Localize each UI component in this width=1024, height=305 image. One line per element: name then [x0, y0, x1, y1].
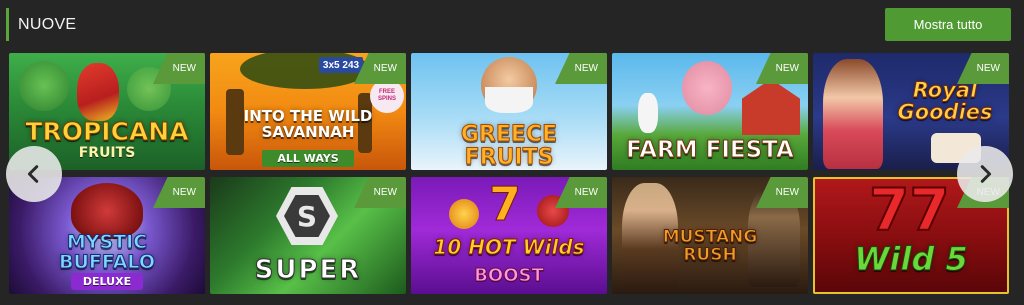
goose-illustration [638, 93, 658, 133]
section-header: NUOVE Mostra tutto [0, 0, 1024, 50]
game-tile-greece-fruits[interactable]: GREECE FRUITS NEW [411, 53, 607, 170]
game-subtitle: ALL WAYS [262, 150, 354, 167]
carousel-prev-button[interactable] [6, 146, 62, 202]
sevens-decoration: 77 [868, 177, 951, 244]
game-tile-super[interactable]: S SUPER NEW [210, 177, 406, 294]
game-title: 10 HOT Wilds [433, 235, 585, 259]
leaf-decoration [19, 61, 69, 111]
sevens-decoration: 7 [489, 177, 522, 231]
game-tile-10-hot-wilds-boost[interactable]: 7 10 HOT Wilds BOOST NEW [411, 177, 607, 294]
game-tile-mustang-rush[interactable]: MUSTANG RUSH NEW [612, 177, 808, 294]
game-tile-into-the-wild-savannah[interactable]: 3x5 243 FREE SPINS INTO THE WILD SAVANNA… [210, 53, 406, 170]
carousel-next-button[interactable] [957, 146, 1013, 202]
fruit-decoration [449, 199, 479, 229]
game-title: MYSTIC BUFFALO [59, 231, 156, 273]
game-subtitle: BOOST [474, 265, 545, 287]
show-all-button[interactable]: Mostra tutto [885, 8, 1011, 41]
parrot-illustration [77, 63, 119, 121]
section-title: NUOVE [18, 16, 77, 33]
game-title: Wild 5 [854, 240, 969, 278]
game-title: TROPICANA [25, 117, 189, 146]
beard-decoration [485, 87, 533, 113]
chevron-right-icon [980, 165, 992, 183]
princess-illustration [823, 59, 883, 169]
game-grid: TROPICANA FRUITS NEW 3x5 243 FREE SPINS … [9, 53, 1011, 295]
chevron-left-icon [27, 165, 39, 183]
game-title: GREECE FRUITS [460, 122, 558, 170]
free-spins-badge: FREE SPINS [370, 79, 404, 113]
ways-info-badge: 3x5 243 [319, 57, 363, 73]
game-subtitle: DELUXE [71, 273, 143, 290]
game-title: FARM FIESTA [626, 137, 795, 163]
game-title: MUSTANG RUSH [662, 227, 758, 265]
header-accent-bar [6, 8, 9, 41]
game-title: SUPER [254, 255, 362, 285]
pig-illustration [682, 61, 732, 115]
game-title: Royal Goodies [897, 78, 993, 125]
game-tile-farm-fiesta[interactable]: FARM FIESTA NEW [612, 53, 808, 170]
game-title: INTO THE WILD SAVANNAH [243, 107, 373, 141]
